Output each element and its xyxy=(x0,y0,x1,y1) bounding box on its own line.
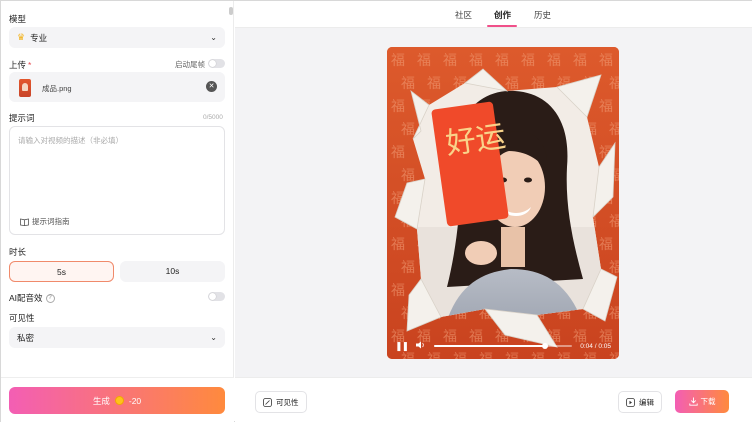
active-tab-indicator xyxy=(487,25,517,27)
duration-label: 时长 xyxy=(9,247,27,257)
watermark-glyph: 福 xyxy=(495,53,509,69)
progress-bar[interactable] xyxy=(434,343,573,349)
file-thumbnail xyxy=(19,79,31,97)
chevron-down-icon: ⌄ xyxy=(210,33,217,42)
prompt-guide-label: 提示词指南 xyxy=(32,217,70,226)
duration-option-10s[interactable]: 10s xyxy=(120,261,225,282)
tab-community[interactable]: 社区 xyxy=(455,9,472,21)
help-icon[interactable]: ? xyxy=(45,294,55,304)
prompt-placeholder: 请输入对视频的描述（非必填） xyxy=(18,136,123,145)
model-select[interactable]: ♛ 专业 ⌄ xyxy=(9,27,225,48)
progress-knob[interactable] xyxy=(541,343,548,349)
watermark-glyph: 福 xyxy=(469,53,483,69)
prompt-counter: 0/5000 xyxy=(203,114,223,121)
watermark-glyph: 福 xyxy=(391,99,405,115)
watermark-glyph: 福 xyxy=(417,53,431,69)
upload-label: 上传 * xyxy=(9,59,31,71)
pause-icon[interactable]: ❚❚ xyxy=(395,341,409,352)
visibility-label: 可见性 xyxy=(9,313,35,323)
edit-button[interactable]: 编辑 xyxy=(618,391,662,413)
watermark-glyph: 福 xyxy=(391,283,405,299)
tab-bar: 社区 创作 历史 xyxy=(235,1,752,28)
start-end-frame-toggle[interactable] xyxy=(208,59,225,68)
download-button[interactable]: 下载 xyxy=(675,390,729,413)
watermark-glyph: 福 xyxy=(391,237,405,253)
watermark-glyph: 福 xyxy=(505,76,519,92)
model-value: 专业 xyxy=(30,32,48,43)
download-icon xyxy=(688,397,698,406)
required-mark: * xyxy=(28,60,32,70)
close-icon[interactable]: ✕ xyxy=(206,81,217,92)
watermark-glyph: 福 xyxy=(427,76,441,92)
book-icon xyxy=(20,218,29,226)
time-current: 0:04 xyxy=(580,342,593,350)
watermark-glyph: 福 xyxy=(391,53,405,69)
ai-sound-label: AI配音效? xyxy=(9,292,55,304)
visibility-icon xyxy=(263,397,272,407)
crown-icon: ♛ xyxy=(17,32,26,42)
upload-label-text: 上传 xyxy=(9,60,27,70)
upload-file-box[interactable]: 成品.png ✕ xyxy=(9,72,225,102)
watermark-glyph: 福 xyxy=(599,237,613,253)
duration-option-5s[interactable]: 5s xyxy=(9,261,114,282)
ai-sound-text: AI配音效 xyxy=(9,293,43,303)
generate-cost: -20 xyxy=(128,395,142,406)
prompt-textarea[interactable]: 请输入对视频的描述（非必填） 提示词指南 xyxy=(9,126,225,235)
generate-label: 生成 xyxy=(92,395,110,406)
settings-panel: 模型 ♛ 专业 ⌄ 上传 * 启动尾帧 成品.png ✕ 提示词 0/5000 请… xyxy=(1,1,234,422)
download-button-label: 下载 xyxy=(700,397,716,406)
video-frame: 福福福福福福福福福福福福福福福福福 福福 福福 福福福福福 福福 福福福福福福福福福福福福… xyxy=(387,47,619,359)
watermark-glyph: 福 xyxy=(609,214,619,230)
start-end-frame-label: 启动尾帧 xyxy=(175,60,205,69)
watermark-glyph: 福 xyxy=(609,122,619,138)
time-total: 0:05 xyxy=(598,342,611,350)
visibility-select[interactable]: 私密 ⌄ xyxy=(9,327,225,348)
watermark-glyph: 福 xyxy=(521,53,535,69)
model-label: 模型 xyxy=(9,14,27,24)
file-name: 成品.png xyxy=(42,84,72,93)
generate-button[interactable]: 生成 -20 xyxy=(9,387,225,414)
tab-history[interactable]: 历史 xyxy=(534,9,551,21)
watermark-glyph: 福 xyxy=(599,99,613,115)
watermark-glyph: 福 xyxy=(401,122,415,138)
prompt-guide-link[interactable]: 提示词指南 xyxy=(20,216,70,227)
action-bar: 可见性 编辑 下载 xyxy=(235,377,752,422)
coin-icon xyxy=(114,396,124,405)
watermark-glyph: 福 xyxy=(609,76,619,92)
tab-create[interactable]: 创作 xyxy=(494,9,511,21)
watermark-glyph: 福 xyxy=(599,53,613,69)
watermark-glyph: 福 xyxy=(609,306,619,322)
app-window: 模型 ♛ 专业 ⌄ 上传 * 启动尾帧 成品.png ✕ 提示词 0/5000 请… xyxy=(0,0,752,422)
progress-fill xyxy=(434,345,545,347)
watermark-glyph: 福 xyxy=(547,53,561,69)
visibility-value: 私密 xyxy=(17,332,35,343)
visibility-button[interactable]: 可见性 xyxy=(255,391,307,413)
ai-sound-toggle[interactable] xyxy=(208,292,225,301)
watermark-glyph: 福 xyxy=(443,53,457,69)
edit-button-label: 编辑 xyxy=(639,397,654,407)
watermark-glyph: 福 xyxy=(401,260,415,276)
visibility-button-label: 可见性 xyxy=(276,397,299,407)
preview-area: 社区 创作 历史 福福福福福福福福福福福福 福 福 福 福 福 福 福 福 福 … xyxy=(235,1,752,422)
chevron-down-icon: ⌄ xyxy=(210,333,217,342)
video-player[interactable]: 福福福福福福福福福福福福福福福福福福福福福福福福福福福福福福福福福福福福福福福福… xyxy=(387,47,619,359)
edit-icon xyxy=(626,397,635,407)
generate-bar: 生成 -20 xyxy=(1,377,234,422)
player-controls: ❚❚ 0:04 / 0:05 xyxy=(387,333,619,359)
watermark-glyph: 福 xyxy=(391,145,405,161)
scrollbar[interactable] xyxy=(229,7,233,15)
prompt-label: 提示词 xyxy=(9,113,35,123)
volume-icon[interactable] xyxy=(416,341,426,351)
watermark-glyph: 福 xyxy=(401,76,415,92)
watermark-glyph: 福 xyxy=(573,53,587,69)
